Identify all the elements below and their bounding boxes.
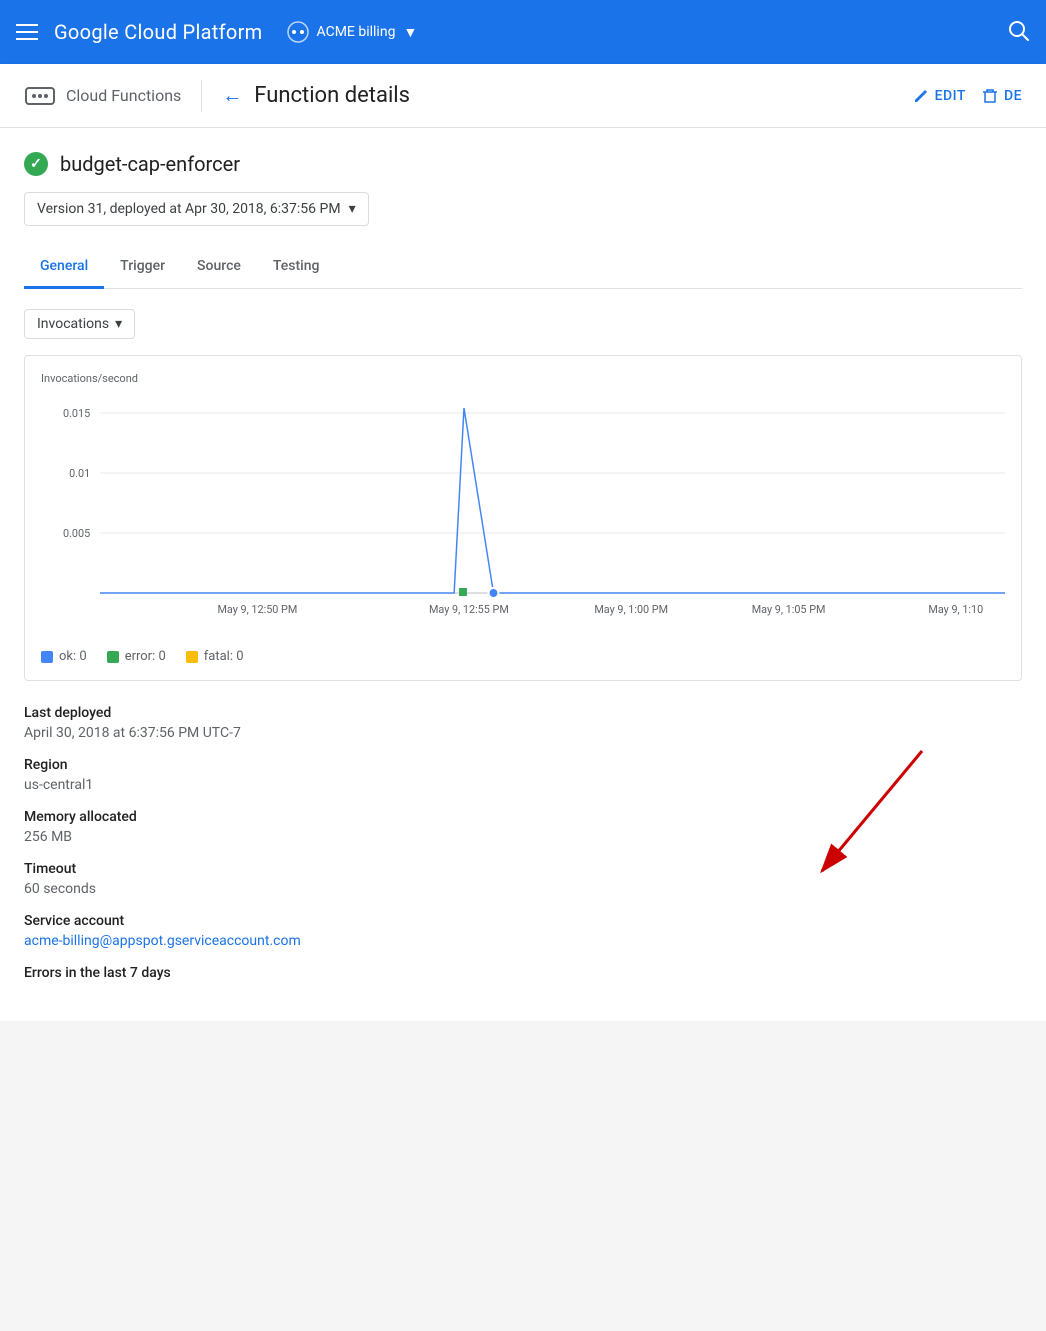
edit-label: EDIT bbox=[935, 88, 966, 104]
cloud-functions-nav[interactable]: Cloud Functions bbox=[24, 80, 181, 112]
back-button[interactable]: ← bbox=[222, 83, 242, 108]
chart-y-axis-label: Invocations/second bbox=[41, 372, 1005, 385]
main-content: budget-cap-enforcer Version 31, deployed… bbox=[0, 128, 1046, 1021]
legend-fatal-label: fatal: 0 bbox=[204, 649, 244, 664]
region-item: Region us-central1 bbox=[24, 757, 1022, 793]
svg-text:May 9, 1:00 PM: May 9, 1:00 PM bbox=[594, 603, 668, 616]
legend-ok-label: ok: 0 bbox=[59, 649, 87, 664]
memory-item: Memory allocated 256 MB bbox=[24, 809, 1022, 845]
metric-chevron: ▾ bbox=[115, 316, 122, 332]
errors-label: Errors in the last 7 days bbox=[24, 965, 1022, 981]
billing-name: ACME billing bbox=[317, 24, 396, 40]
legend-ok: ok: 0 bbox=[41, 649, 87, 664]
invocations-chart: Invocations/second 0.015 0.01 0.005 May … bbox=[24, 355, 1022, 681]
last-deployed-item: Last deployed April 30, 2018 at 6:37:56 … bbox=[24, 705, 1022, 741]
last-deployed-label: Last deployed bbox=[24, 705, 1022, 721]
legend-fatal-color bbox=[186, 651, 198, 663]
tab-general[interactable]: General bbox=[24, 246, 104, 289]
errors-item: Errors in the last 7 days bbox=[24, 965, 1022, 981]
svg-text:0.01: 0.01 bbox=[69, 467, 90, 480]
service-account-label: Service account bbox=[24, 913, 1022, 929]
metric-selector[interactable]: Invocations ▾ bbox=[24, 309, 135, 339]
function-name: budget-cap-enforcer bbox=[60, 152, 240, 176]
timeout-value: 60 seconds bbox=[24, 881, 1022, 897]
tab-trigger[interactable]: Trigger bbox=[104, 246, 181, 289]
edit-icon bbox=[913, 88, 929, 104]
version-chevron: ▾ bbox=[349, 201, 356, 217]
region-label: Region bbox=[24, 757, 1022, 773]
svg-text:May 9, 12:55 PM: May 9, 12:55 PM bbox=[429, 603, 509, 616]
cloud-functions-icon bbox=[24, 80, 56, 112]
sub-header: Cloud Functions ← Function details EDIT … bbox=[0, 64, 1046, 128]
timeout-item: Timeout 60 seconds bbox=[24, 861, 1022, 897]
svg-text:May 9, 1:05 PM: May 9, 1:05 PM bbox=[752, 603, 826, 616]
page-title: Function details bbox=[254, 83, 410, 108]
service-account-item: Service account acme-billing@appspot.gse… bbox=[24, 913, 1022, 949]
metric-label: Invocations bbox=[37, 316, 109, 332]
header-actions: EDIT DE bbox=[913, 88, 1022, 104]
tabs-bar: General Trigger Source Testing bbox=[24, 246, 1022, 289]
chart-svg: 0.015 0.01 0.005 May 9, 12:50 PM May 9, … bbox=[41, 393, 1005, 633]
version-label: Version 31, deployed at Apr 30, 2018, 6:… bbox=[37, 201, 341, 217]
billing-selector[interactable]: ACME billing ▼ bbox=[287, 21, 418, 43]
billing-chevron: ▼ bbox=[403, 24, 417, 41]
region-value: us-central1 bbox=[24, 777, 1022, 793]
header-separator bbox=[201, 80, 202, 112]
tab-testing[interactable]: Testing bbox=[257, 246, 336, 289]
delete-button[interactable]: DE bbox=[982, 88, 1022, 104]
details-section: Last deployed April 30, 2018 at 6:37:56 … bbox=[24, 705, 1022, 981]
top-navigation: Google Cloud Platform ACME billing ▼ bbox=[0, 0, 1046, 64]
function-header: budget-cap-enforcer bbox=[24, 152, 1022, 176]
gcp-title: Google Cloud Platform bbox=[54, 20, 263, 44]
legend-error: error: 0 bbox=[107, 649, 166, 664]
legend-error-color bbox=[107, 651, 119, 663]
timeout-label: Timeout bbox=[24, 861, 1022, 877]
billing-icon bbox=[287, 21, 309, 43]
svg-text:0.015: 0.015 bbox=[63, 407, 90, 420]
svg-text:May 9, 1:10: May 9, 1:10 bbox=[928, 603, 983, 616]
legend-error-label: error: 0 bbox=[125, 649, 166, 664]
delete-label: DE bbox=[1004, 88, 1022, 104]
svg-text:0.005: 0.005 bbox=[63, 527, 90, 540]
service-account-link[interactable]: acme-billing@appspot.gserviceaccount.com bbox=[24, 933, 301, 949]
version-dropdown[interactable]: Version 31, deployed at Apr 30, 2018, 6:… bbox=[24, 192, 369, 226]
legend-fatal: fatal: 0 bbox=[186, 649, 244, 664]
memory-value: 256 MB bbox=[24, 829, 1022, 845]
cloud-functions-label: Cloud Functions bbox=[66, 86, 181, 105]
memory-label: Memory allocated bbox=[24, 809, 1022, 825]
delete-icon bbox=[982, 88, 998, 104]
chart-legend: ok: 0 error: 0 fatal: 0 bbox=[41, 649, 1005, 664]
last-deployed-value: April 30, 2018 at 6:37:56 PM UTC-7 bbox=[24, 725, 1022, 741]
svg-text:May 9, 12:50 PM: May 9, 12:50 PM bbox=[217, 603, 297, 616]
hamburger-menu[interactable] bbox=[16, 24, 38, 40]
edit-button[interactable]: EDIT bbox=[913, 88, 966, 104]
legend-ok-color bbox=[41, 651, 53, 663]
status-icon bbox=[24, 152, 48, 176]
tab-source[interactable]: Source bbox=[181, 246, 257, 289]
search-icon[interactable] bbox=[1006, 18, 1030, 46]
